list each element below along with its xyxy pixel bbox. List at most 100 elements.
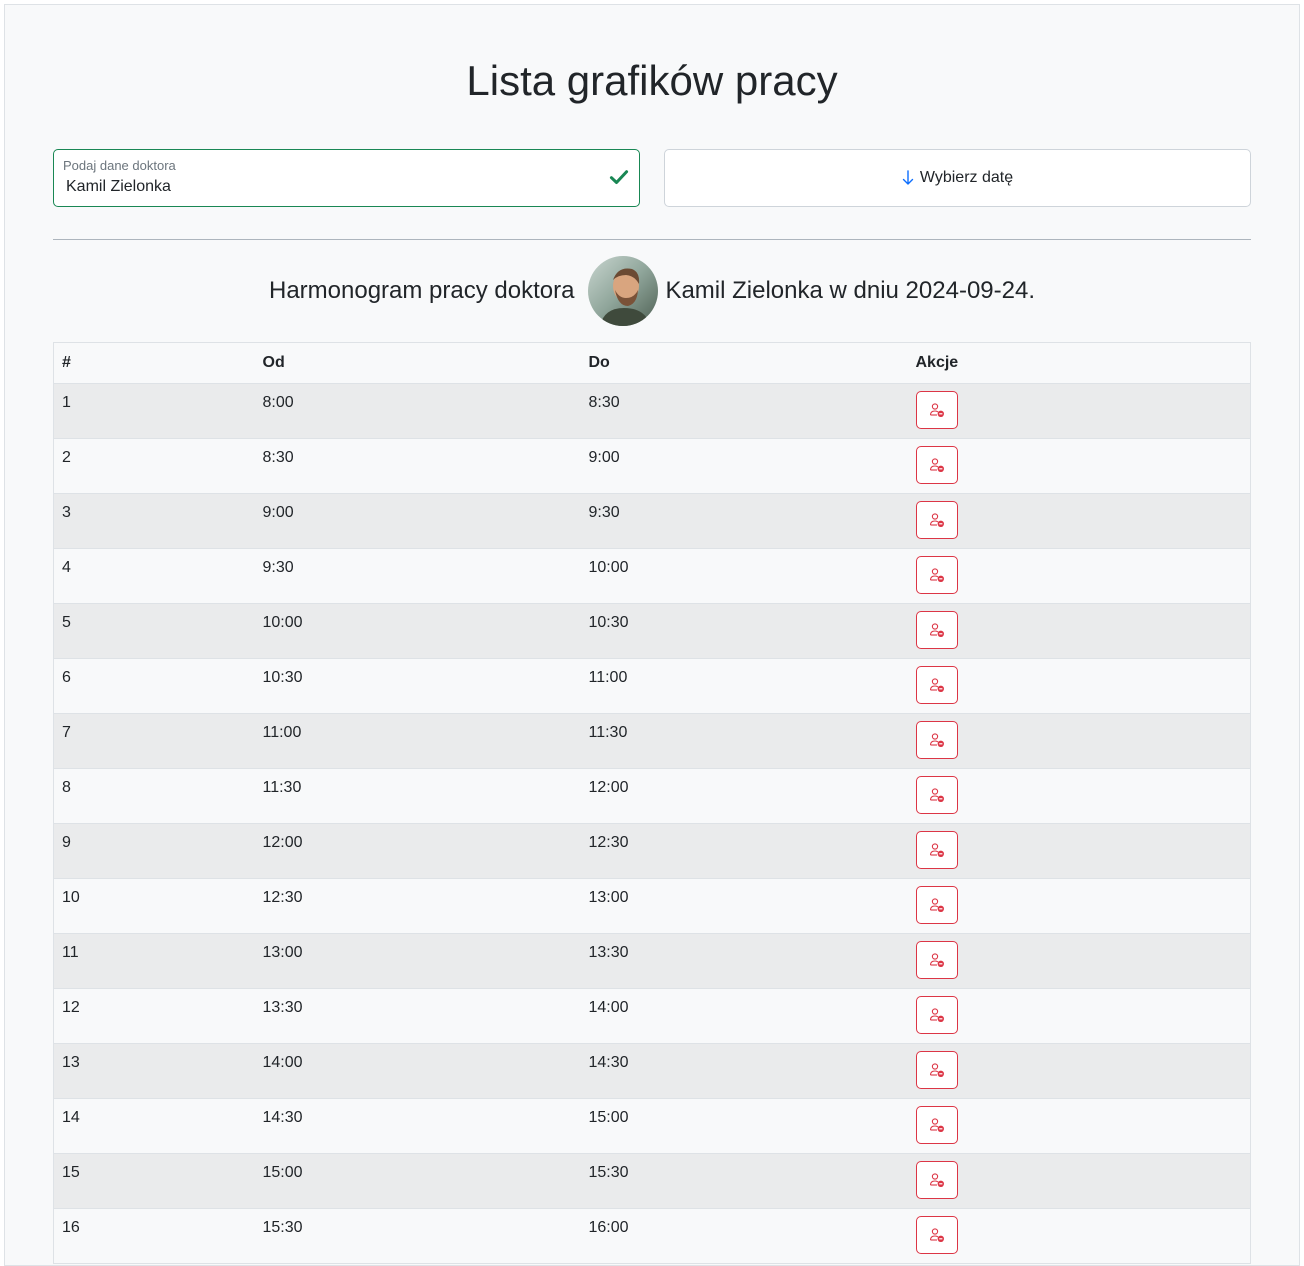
cell-to: 13:00	[580, 878, 908, 934]
remove-person-icon	[929, 458, 944, 472]
table-row: 7 11:00 11:30	[53, 713, 1251, 769]
remove-slot-button[interactable]	[915, 831, 958, 869]
remove-person-icon	[929, 1173, 944, 1187]
remove-person-icon	[929, 678, 944, 692]
table-row: 6 10:30 11:00	[53, 658, 1251, 714]
remove-person-icon	[929, 1228, 944, 1242]
remove-slot-button[interactable]	[915, 1051, 958, 1089]
cell-to: 9:30	[580, 493, 908, 549]
cell-to: 10:30	[580, 603, 908, 659]
remove-slot-button[interactable]	[915, 776, 958, 814]
remove-slot-button[interactable]	[915, 446, 958, 484]
cell-from: 10:00	[254, 603, 581, 659]
table-row: 13 14:00 14:30	[53, 1043, 1251, 1099]
table-row: 11 13:00 13:30	[53, 933, 1251, 989]
cell-number: 12	[53, 988, 255, 1044]
remove-slot-button[interactable]	[915, 1216, 958, 1254]
cell-number: 7	[53, 713, 255, 769]
cell-actions	[907, 438, 1251, 494]
cell-number: 10	[53, 878, 255, 934]
cell-actions	[907, 548, 1251, 604]
cell-number: 11	[53, 933, 255, 989]
cell-from: 14:30	[254, 1098, 581, 1154]
cell-from: 15:00	[254, 1153, 581, 1209]
arrow-down-icon	[902, 170, 914, 185]
table-row: 9 12:00 12:30	[53, 823, 1251, 879]
remove-person-icon	[929, 1008, 944, 1022]
remove-person-icon	[929, 953, 944, 967]
remove-slot-button[interactable]	[915, 1161, 958, 1199]
table-row: 14 14:30 15:00	[53, 1098, 1251, 1154]
divider	[53, 239, 1251, 240]
cell-actions	[907, 1043, 1251, 1099]
remove-slot-button[interactable]	[915, 666, 958, 704]
remove-slot-button[interactable]	[915, 556, 958, 594]
table-row: 2 8:30 9:00	[53, 438, 1251, 494]
table-row: 1 8:00 8:30	[53, 383, 1251, 439]
cell-actions	[907, 823, 1251, 879]
cell-from: 13:00	[254, 933, 581, 989]
cell-number: 2	[53, 438, 255, 494]
cell-from: 13:30	[254, 988, 581, 1044]
cell-to: 13:30	[580, 933, 908, 989]
remove-slot-button[interactable]	[915, 721, 958, 759]
table-row: 3 9:00 9:30	[53, 493, 1251, 549]
cell-number: 4	[53, 548, 255, 604]
remove-slot-button[interactable]	[915, 886, 958, 924]
table-header-row: # Od Do Akcje	[53, 342, 1251, 384]
remove-slot-button[interactable]	[915, 941, 958, 979]
cell-from: 11:30	[254, 768, 581, 824]
cell-actions	[907, 768, 1251, 824]
remove-slot-button[interactable]	[915, 1106, 958, 1144]
cell-from: 8:00	[254, 383, 581, 439]
cell-actions	[907, 658, 1251, 714]
table-row: 12 13:30 14:00	[53, 988, 1251, 1044]
header-from: Od	[254, 342, 581, 384]
cell-from: 15:30	[254, 1208, 581, 1264]
remove-person-icon	[929, 568, 944, 582]
header-number: #	[53, 342, 255, 384]
cell-number: 13	[53, 1043, 255, 1099]
check-icon	[609, 170, 629, 185]
cell-to: 11:30	[580, 713, 908, 769]
cell-number: 6	[53, 658, 255, 714]
cell-number: 3	[53, 493, 255, 549]
cell-number: 14	[53, 1098, 255, 1154]
cell-number: 5	[53, 603, 255, 659]
table-row: 4 9:30 10:00	[53, 548, 1251, 604]
doctor-field-value[interactable]: Kamil Zielonka	[66, 178, 171, 196]
remove-person-icon	[929, 403, 944, 417]
doctor-search-field[interactable]: Podaj dane doktora Kamil Zielonka	[53, 149, 640, 207]
schedule-table: # Od Do Akcje 1 8:00 8:30 2 8:30 9:00 3 9:00 9:3…	[53, 342, 1251, 1264]
remove-person-icon	[929, 513, 944, 527]
remove-slot-button[interactable]	[915, 996, 958, 1034]
table-row: 15 15:00 15:30	[53, 1153, 1251, 1209]
cell-from: 12:30	[254, 878, 581, 934]
cell-actions	[907, 1208, 1251, 1264]
remove-person-icon	[929, 1063, 944, 1077]
remove-person-icon	[929, 788, 944, 802]
cell-to: 11:00	[580, 658, 908, 714]
doctor-field-label: Podaj dane doktora	[63, 158, 176, 173]
cell-number: 8	[53, 768, 255, 824]
remove-slot-button[interactable]	[915, 611, 958, 649]
cell-number: 1	[53, 383, 255, 439]
cell-actions	[907, 493, 1251, 549]
remove-person-icon	[929, 843, 944, 857]
cell-to: 16:00	[580, 1208, 908, 1264]
cell-actions	[907, 1098, 1251, 1154]
table-row: 16 15:30 16:00	[53, 1208, 1251, 1264]
cell-actions	[907, 878, 1251, 934]
choose-date-button[interactable]: Wybierz datę	[664, 149, 1251, 207]
doctor-avatar	[588, 256, 659, 326]
remove-slot-button[interactable]	[915, 391, 958, 429]
header-actions: Akcje	[907, 342, 1251, 384]
cell-to: 10:00	[580, 548, 908, 604]
schedule-heading: Harmonogram pracy doktora Kamil Zielonka…	[5, 255, 1299, 327]
cell-number: 9	[53, 823, 255, 879]
remove-person-icon	[929, 733, 944, 747]
remove-person-icon	[929, 1118, 944, 1132]
remove-slot-button[interactable]	[915, 501, 958, 539]
cell-to: 9:00	[580, 438, 908, 494]
cell-actions	[907, 1153, 1251, 1209]
